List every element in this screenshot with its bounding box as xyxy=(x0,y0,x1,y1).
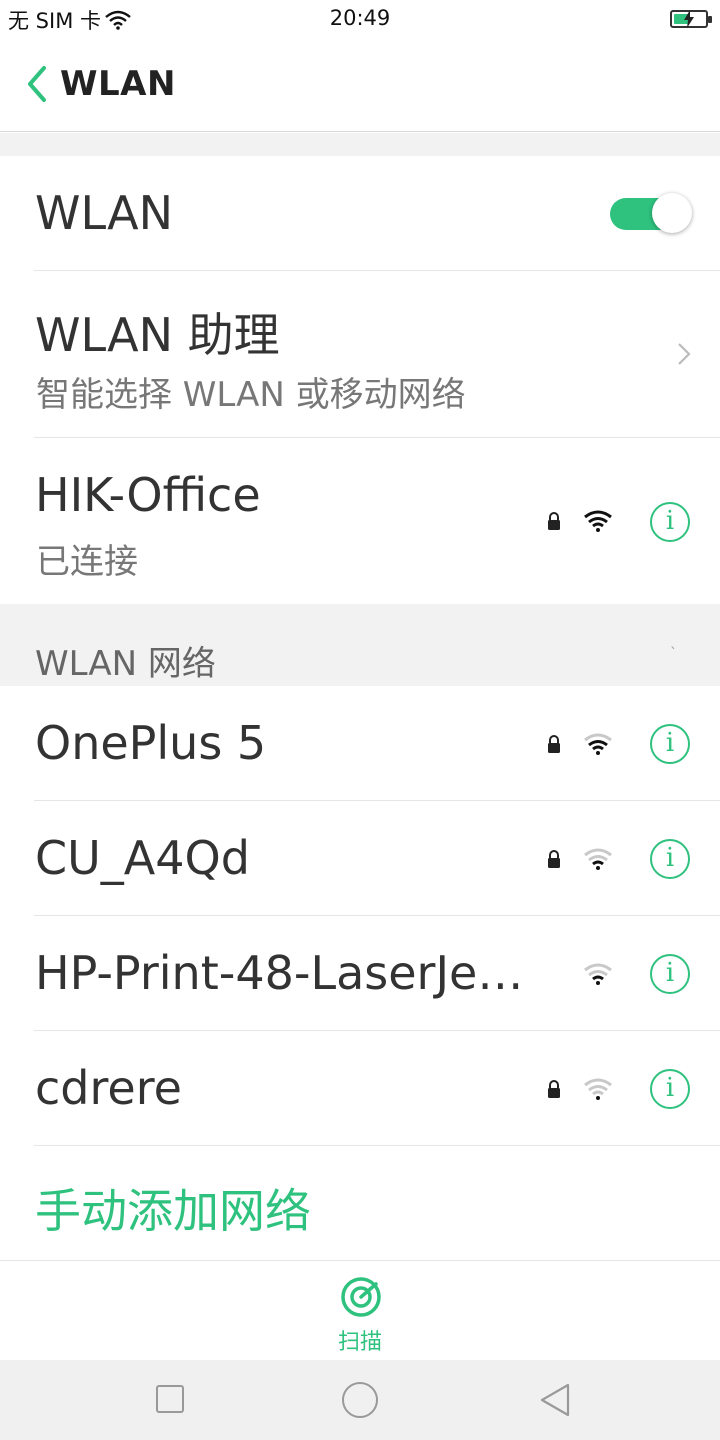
home-icon[interactable] xyxy=(342,1382,378,1418)
divider xyxy=(34,1145,720,1146)
lock-icon xyxy=(548,735,560,753)
connected-status: 已连接 xyxy=(36,542,138,582)
wlan-assistant-row[interactable]: WLAN 助理 智能选择 WLAN 或移动网络 xyxy=(0,271,720,437)
info-icon[interactable]: i xyxy=(650,839,690,879)
add-network-button[interactable]: 手动添加网络 xyxy=(35,1175,311,1241)
wifi-signal-icon xyxy=(584,1078,612,1100)
lock-icon xyxy=(548,512,560,530)
network-name: HP-Print-48-LaserJe… xyxy=(35,946,524,1000)
scan-button-label[interactable]: 扫描 xyxy=(0,1324,720,1356)
info-icon[interactable]: i xyxy=(650,1069,690,1109)
scan-icon[interactable] xyxy=(340,1276,382,1318)
status-bar: 无 SIM 卡 20:49 xyxy=(0,0,720,40)
wifi-signal-icon xyxy=(584,848,612,870)
bolt-icon xyxy=(684,10,694,28)
info-icon[interactable]: i xyxy=(650,954,690,994)
info-icon[interactable]: i xyxy=(650,724,690,764)
network-name: cdrere xyxy=(35,1061,182,1115)
network-name: CU_A4Qd xyxy=(35,831,250,885)
wlan-settings-screen: 无 SIM 卡 20:49 WLAN WLAN WLAN 助理 智能选择 WLA… xyxy=(0,0,720,1440)
wifi-signal-icon xyxy=(584,510,612,532)
battery-charging-icon xyxy=(670,10,712,28)
info-icon[interactable]: i xyxy=(650,502,690,542)
title-bar: WLAN xyxy=(0,40,720,132)
wifi-signal-icon xyxy=(584,733,612,755)
wlan-switch[interactable] xyxy=(610,193,692,233)
loading-indicator: ˋ xyxy=(670,646,677,662)
lock-icon xyxy=(548,1080,560,1098)
section-gap xyxy=(0,133,720,156)
switch-knob xyxy=(652,193,692,233)
assistant-subtitle: 智能选择 WLAN 或移动网络 xyxy=(36,375,466,415)
connected-network-name: HIK-Office xyxy=(35,468,261,522)
status-time: 20:49 xyxy=(329,6,391,30)
section-label: WLAN 网络 xyxy=(35,644,216,684)
back-triangle-icon[interactable] xyxy=(538,1382,572,1418)
wifi-signal-icon xyxy=(584,963,612,985)
chevron-right-icon xyxy=(678,343,691,365)
assistant-title: WLAN 助理 xyxy=(35,308,280,362)
network-name: OnePlus 5 xyxy=(35,716,267,770)
page-title: WLAN xyxy=(60,64,176,104)
recents-icon[interactable] xyxy=(156,1385,184,1413)
wlan-toggle-label: WLAN xyxy=(35,186,174,240)
chevron-left-icon[interactable] xyxy=(22,64,52,104)
lock-icon xyxy=(548,850,560,868)
